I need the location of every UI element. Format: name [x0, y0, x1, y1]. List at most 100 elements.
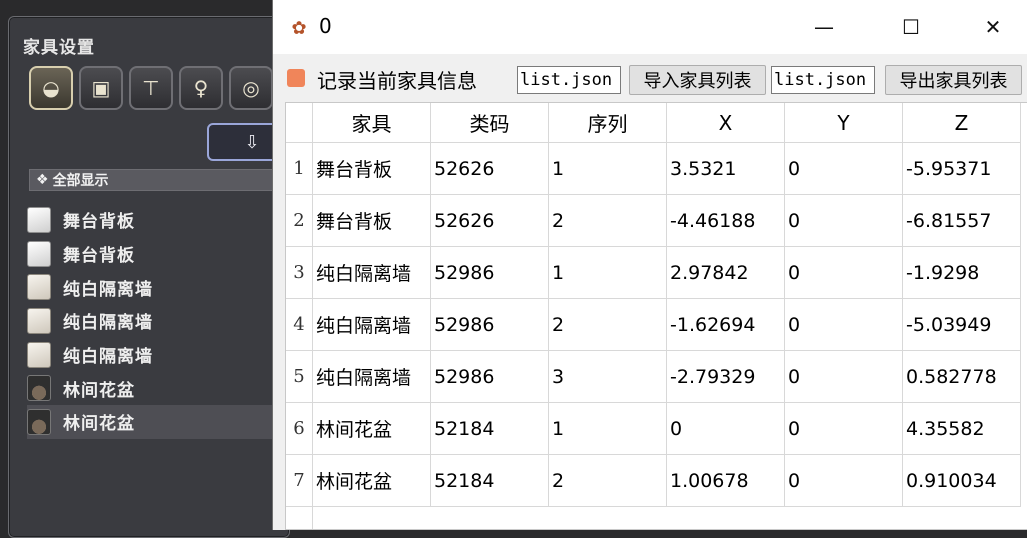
ring-icon: ◎ — [242, 76, 260, 100]
row-number[interactable]: 1 — [286, 143, 313, 195]
cell-z[interactable]: 0.910034 — [903, 455, 1021, 507]
cell-x[interactable]: 2.97842 — [667, 247, 785, 299]
stage-board-icon — [27, 206, 51, 233]
cell-sequence[interactable]: 1 — [549, 247, 667, 299]
cell-sequence[interactable]: 2 — [549, 299, 667, 351]
header-z[interactable]: Z — [903, 103, 1021, 143]
cell-code[interactable]: 52626 — [431, 195, 549, 247]
close-button[interactable]: ✕ — [970, 10, 1016, 44]
cell-y[interactable]: 0 — [785, 195, 903, 247]
cell-sequence[interactable]: 1 — [549, 143, 667, 195]
row-number[interactable]: 2 — [286, 195, 313, 247]
minimize-button[interactable]: — — [801, 10, 847, 44]
cell-y[interactable]: 0 — [785, 455, 903, 507]
import-list-button[interactable]: 导入家具列表 — [629, 65, 766, 95]
filter-label: 全部显示 — [52, 173, 109, 189]
table-icon: ⊤ — [142, 76, 160, 100]
filter-dropdown[interactable]: ❖ 全部显示 — [29, 169, 299, 191]
cell-sequence[interactable]: 2 — [549, 195, 667, 247]
header-x[interactable]: X — [667, 103, 785, 143]
cabinet-icon: ▣ — [91, 76, 111, 100]
header-furniture[interactable]: 家具 — [313, 103, 431, 143]
white-wall-icon — [27, 341, 51, 368]
item-label: 纯白隔离墙 — [63, 313, 153, 334]
list-item[interactable]: 舞台背板 — [27, 237, 299, 271]
title-bar: ✿ 0 — ☐ ✕ — [273, 0, 1027, 54]
header-y[interactable]: Y — [785, 103, 903, 143]
record-checkbox[interactable] — [287, 69, 305, 87]
cell-code[interactable]: 52626 — [431, 143, 549, 195]
export-list-button[interactable]: 导出家具列表 — [885, 65, 1022, 95]
cell-z[interactable]: 0.582778 — [903, 351, 1021, 403]
cell-x[interactable]: -2.79329 — [667, 351, 785, 403]
cell-furniture[interactable]: 林间花盆 — [313, 455, 431, 507]
cell-z[interactable]: -6.81557 — [903, 195, 1021, 247]
cell-sequence[interactable]: 1 — [549, 403, 667, 455]
cell-z[interactable]: 4.35582 — [903, 403, 1021, 455]
cell-furniture[interactable]: 舞台背板 — [313, 143, 431, 195]
furniture-tool-window: ✿ 0 — ☐ ✕ 记录当前家具信息 list.json 导入家具列表 list… — [272, 0, 1027, 530]
cell-y[interactable]: 0 — [785, 351, 903, 403]
cell-y[interactable]: 0 — [785, 247, 903, 299]
category-table-icon[interactable]: ⊤ — [129, 66, 173, 110]
row-header-filler — [286, 507, 313, 529]
list-item[interactable]: 林间花盆 — [27, 405, 299, 439]
row-number[interactable]: 7 — [286, 455, 313, 507]
category-cabinet-icon[interactable]: ▣ — [79, 66, 123, 110]
list-item[interactable]: 舞台背板 — [27, 203, 299, 237]
import-file-field[interactable]: list.json — [517, 66, 621, 94]
list-item[interactable]: 纯白隔离墙 — [27, 338, 299, 372]
list-item[interactable]: 纯白隔离墙 — [27, 270, 299, 304]
row-number[interactable]: 6 — [286, 403, 313, 455]
list-item[interactable]: 纯白隔离墙 — [27, 304, 299, 338]
furniture-list: 舞台背板 舞台背板 纯白隔离墙 纯白隔离墙 纯白隔离墙 林间花盆 林间花盆 — [27, 203, 299, 439]
table-row: 1 舞台背板 52626 1 3.5321 0 -5.95371 — [286, 143, 1027, 195]
stage-board-icon — [27, 240, 51, 267]
cell-sequence[interactable]: 3 — [549, 351, 667, 403]
cell-y[interactable]: 0 — [785, 403, 903, 455]
furniture-table: 家具 类码 序列 X Y Z 1 舞台背板 52626 1 3.5321 0 -… — [285, 102, 1027, 530]
export-file-field[interactable]: list.json — [771, 66, 875, 94]
category-ring-icon[interactable]: ◎ — [229, 66, 273, 110]
cell-y[interactable]: 0 — [785, 299, 903, 351]
cell-y[interactable]: 0 — [785, 143, 903, 195]
table-row: 7 林间花盆 52184 2 1.00678 0 0.910034 — [286, 455, 1027, 507]
cell-code[interactable]: 52184 — [431, 403, 549, 455]
cell-z[interactable]: -5.03949 — [903, 299, 1021, 351]
row-number[interactable]: 5 — [286, 351, 313, 403]
cell-sequence[interactable]: 2 — [549, 455, 667, 507]
record-label: 记录当前家具信息 — [317, 69, 477, 93]
cell-x[interactable]: -4.46188 — [667, 195, 785, 247]
category-sack-icon[interactable]: ◒ — [29, 66, 73, 110]
cell-code[interactable]: 52986 — [431, 247, 549, 299]
flower-pot-icon — [27, 375, 51, 402]
cell-code[interactable]: 52986 — [431, 299, 549, 351]
row-number[interactable]: 4 — [286, 299, 313, 351]
white-wall-icon — [27, 274, 51, 301]
item-label: 舞台背板 — [63, 246, 135, 267]
minimize-icon: — — [814, 15, 834, 39]
cell-x[interactable]: 3.5321 — [667, 143, 785, 195]
cell-code[interactable]: 52986 — [431, 351, 549, 403]
cell-furniture[interactable]: 林间花盆 — [313, 403, 431, 455]
cell-z[interactable]: -5.95371 — [903, 143, 1021, 195]
table-header: 家具 类码 序列 X Y Z — [286, 103, 1027, 143]
cell-code[interactable]: 52184 — [431, 455, 549, 507]
import-file-value: list.json — [520, 70, 613, 90]
header-sequence[interactable]: 序列 — [549, 103, 667, 143]
cell-z[interactable]: -1.9298 — [903, 247, 1021, 299]
flower-pot-icon — [27, 408, 51, 435]
cell-x[interactable]: 0 — [667, 403, 785, 455]
cell-furniture[interactable]: 纯白隔离墙 — [313, 247, 431, 299]
table-corner[interactable] — [286, 103, 313, 143]
row-number[interactable]: 3 — [286, 247, 313, 299]
cell-furniture[interactable]: 纯白隔离墙 — [313, 299, 431, 351]
category-figure-icon[interactable]: ♀ — [179, 66, 223, 110]
maximize-button[interactable]: ☐ — [888, 10, 934, 44]
cell-furniture[interactable]: 纯白隔离墙 — [313, 351, 431, 403]
cell-x[interactable]: 1.00678 — [667, 455, 785, 507]
header-code[interactable]: 类码 — [431, 103, 549, 143]
cell-furniture[interactable]: 舞台背板 — [313, 195, 431, 247]
list-item[interactable]: 林间花盆 — [27, 371, 299, 405]
cell-x[interactable]: -1.62694 — [667, 299, 785, 351]
